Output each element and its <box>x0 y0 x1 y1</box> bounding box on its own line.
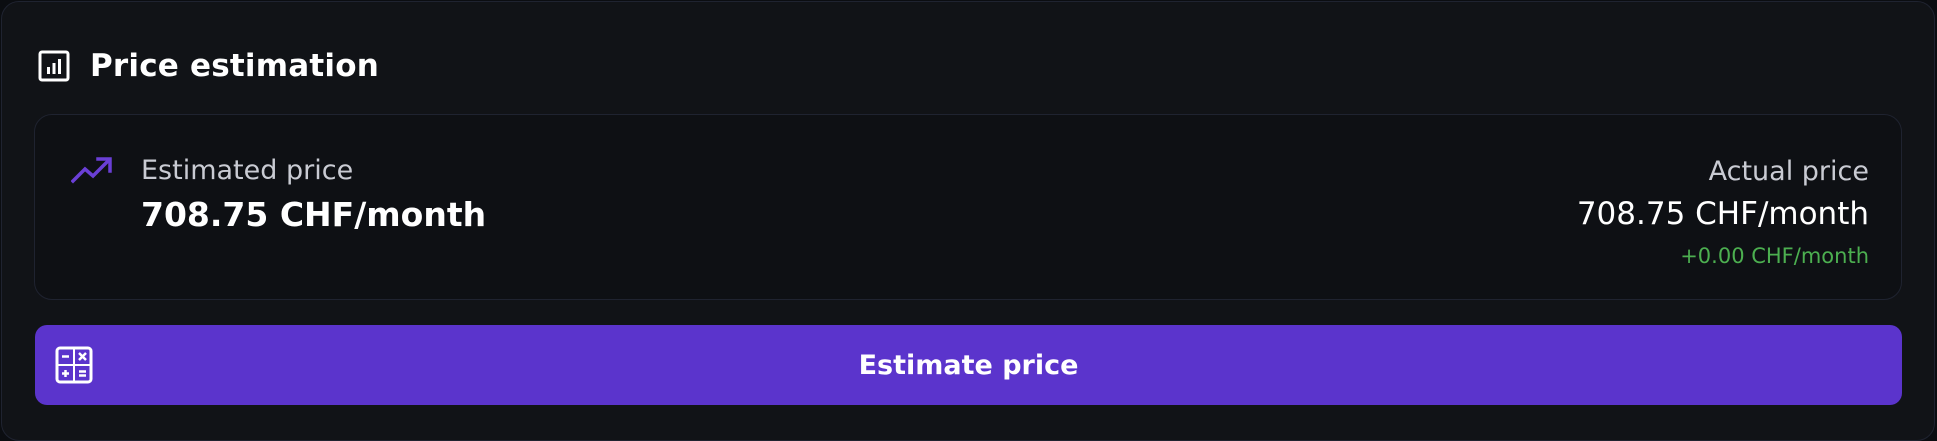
actual-price-value: 708.75 CHF/month <box>1576 196 1869 232</box>
bar-chart-box-icon <box>38 50 70 82</box>
price-info-panel: Estimated price 708.75 CHF/month Actual … <box>34 114 1902 300</box>
estimated-price-value: 708.75 CHF/month <box>141 195 487 234</box>
price-difference: +0.00 CHF/month <box>1680 244 1869 268</box>
estimated-price-label: Estimated price <box>141 155 354 186</box>
actual-price-label: Actual price <box>1708 156 1869 187</box>
estimate-price-button-label: Estimate price <box>858 349 1079 381</box>
card-header: Price estimation <box>38 46 379 86</box>
actual-price-block: Actual price 708.75 CHF/month +0.00 CHF/… <box>1577 155 1869 271</box>
estimate-price-button[interactable]: Estimate price <box>35 325 1902 405</box>
trending-up-icon <box>70 155 113 185</box>
price-estimation-card: Price estimation Estimated price 708.75 … <box>1 1 1935 441</box>
page-title: Price estimation <box>90 48 379 84</box>
calculator-icon <box>55 346 93 384</box>
